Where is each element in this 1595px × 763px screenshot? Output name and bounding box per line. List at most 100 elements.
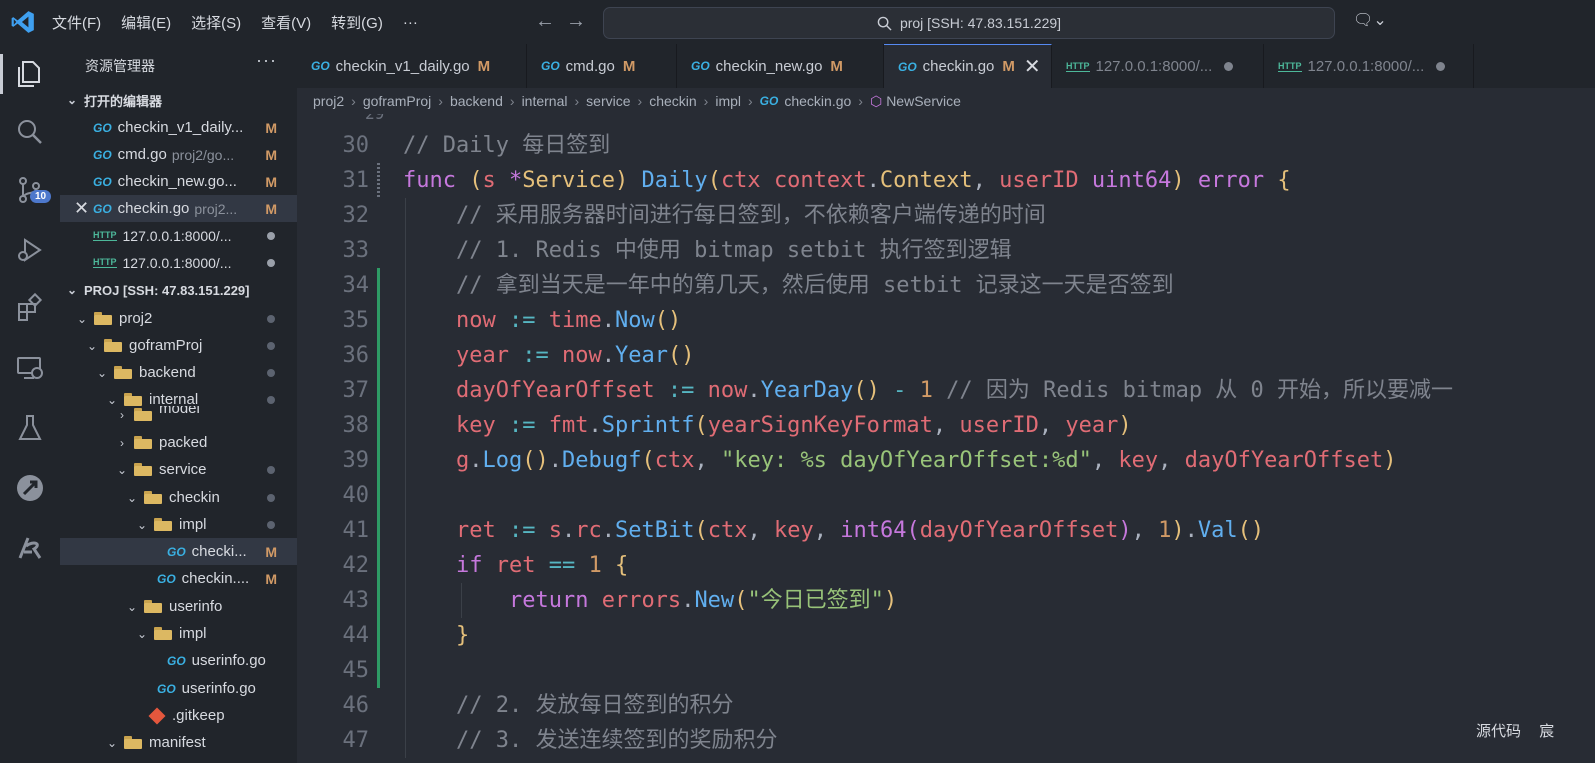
tree-file-userinfo-go[interactable]: GO userinfo.go [60,675,297,702]
close-tab-icon[interactable]: ✕ [1024,54,1041,79]
tree-folder-packed[interactable]: › packed [60,429,297,456]
breadcrumb-item[interactable]: checkin.go [784,93,851,109]
code-line[interactable]: // Daily 每日签到 [403,128,610,163]
tree-folder-userinfo-impl[interactable]: ⌄ impl [60,620,297,647]
tab-cmd-go[interactable]: GO cmd.go M [527,44,677,88]
symbol-method-icon: ⬡ [869,92,883,109]
breadcrumb-item[interactable]: goframProj [363,93,431,109]
remote-explorer-icon[interactable] [14,352,46,384]
source-control-icon[interactable]: 10 [14,174,52,206]
breadcrumb-item[interactable]: NewService [886,93,961,109]
open-editors-header[interactable]: ⌄ 打开的编辑器 [60,87,297,113]
tab-checkin-go[interactable]: GO checkin.go M ✕ [884,44,1052,88]
open-editor-item[interactable]: HTTP 127.0.0.1:8000/... [60,249,297,276]
tree-folder-impl[interactable]: ⌄ impl [60,511,297,538]
explorer-icon[interactable] [0,54,46,94]
code-line[interactable]: // 采用服务器时间进行每日签到，不依赖客户端传递的时间 [403,198,1046,233]
git-file-icon [148,707,166,724]
search-icon[interactable] [14,116,46,148]
code-editor[interactable]: proj2 › goframProj › backend › internal › se… [297,88,1595,763]
gitlens-icon[interactable] [14,472,46,504]
api-client-icon[interactable] [14,532,46,564]
tab-checkin-new[interactable]: GO checkin_new.go M [677,44,884,88]
open-editor-item[interactable]: GO checkin_v1_daily... M [60,114,297,141]
vscode-logo-icon[interactable] [10,9,36,35]
search-icon [877,16,892,31]
breadcrumb-item[interactable]: internal [522,93,568,109]
open-editor-item[interactable]: GO cmd.go proj2/go... M [60,141,297,168]
floating-item[interactable]: 宸 [1539,723,1554,740]
breadcrumb-item[interactable]: checkin [649,93,696,109]
line-number: 43 [342,588,370,613]
open-editor-item-active[interactable]: ✕ GO checkin.go proj2... M [60,195,297,222]
code-line[interactable]: // 2. 发放每日签到的积分 [403,688,733,723]
http-file-icon: HTTP [93,257,117,268]
tree-folder-proj2[interactable]: ⌄ proj2 [60,305,297,332]
status-dot-icon [267,315,275,323]
tree-file-checkin-new[interactable]: GO checkin.... M [60,565,297,592]
run-debug-icon[interactable] [14,234,46,266]
unsaved-dot-icon[interactable] [1436,61,1446,71]
code-line[interactable]: // 拿到当天是一年中的第几天，然后使用 setbit 记录这一天是否签到 [403,268,1174,303]
floating-item[interactable]: 源代码 [1476,723,1521,740]
menu-file[interactable]: 文件(F) [52,12,101,33]
project-header[interactable]: ⌄ PROJ [SSH: 47.83.151.229] [60,277,297,303]
chevron-down-icon: ⌄ [66,283,78,297]
forward-arrow-icon[interactable]: → [566,10,586,33]
title-bar: 文件(F) 编辑(E) 选择(S) 查看(V) 转到(G) ··· ← → pr… [0,0,1595,44]
code-line[interactable]: year := now.Year() [403,338,694,373]
modified-badge: M [265,173,277,190]
code-line[interactable]: g.Log().Debugf(ctx, "key: %s dayOfYearOf… [403,443,1397,478]
code-line[interactable]: // 1. Redis 中使用 bitmap setbit 执行签到逻辑 [403,233,1012,268]
tree-folder-checkin[interactable]: ⌄ checkin [60,484,297,511]
menu-more[interactable]: ··· [403,14,418,31]
code-line[interactable]: func (s *Service) Daily(ctx context.Cont… [403,163,1291,198]
breadcrumb-item[interactable]: impl [715,93,741,109]
chat-icon[interactable]: 🗨⌄ [1353,10,1387,30]
menu-selection[interactable]: 选择(S) [191,12,241,33]
breadcrumb-item[interactable]: backend [450,93,503,109]
tab-http-1[interactable]: HTTP 127.0.0.1:8000/... [1052,44,1264,88]
extensions-icon[interactable] [14,292,46,324]
command-center-search[interactable]: proj [SSH: 47.83.151.229] [603,7,1335,39]
code-line[interactable]: } [403,618,469,653]
line-number: 44 [342,623,370,648]
close-icon[interactable]: ✕ [74,198,93,219]
unsaved-dot-icon[interactable] [1224,61,1234,71]
line-number: 46 [342,693,370,718]
breadcrumb-item[interactable]: service [586,93,630,109]
testing-icon[interactable] [14,412,46,444]
code-line[interactable]: // 3. 发送连续签到的奖励积分 [403,723,777,758]
back-arrow-icon[interactable]: ← [535,10,555,33]
tree-folder-model[interactable]: › model [60,406,297,423]
tab-http-2[interactable]: HTTP 127.0.0.1:8000/... [1264,44,1474,88]
menu-view[interactable]: 查看(V) [261,12,311,33]
tree-file-userinfo-impl-go[interactable]: GO userinfo.go [60,647,297,674]
open-editor-item[interactable]: GO checkin_new.go... M [60,168,297,195]
tree-folder-backend[interactable]: ⌄ backend [60,359,297,386]
explorer-more-button[interactable]: ··· [256,50,277,71]
tree-folder-manifest[interactable]: ⌄ manifest [60,729,297,756]
menu-edit[interactable]: 编辑(E) [121,12,171,33]
code-line[interactable]: if ret == 1 { [403,548,628,583]
open-editor-item[interactable]: HTTP 127.0.0.1:8000/... [60,222,297,249]
tab-checkin-v1-daily[interactable]: GO checkin_v1_daily.go M [297,44,527,88]
tree-file-checkin-go[interactable]: GO checki... M [60,538,297,565]
breadcrumb-item[interactable]: proj2 [313,93,344,109]
tree-folder-service[interactable]: ⌄ service [60,456,297,483]
code-line[interactable]: key := fmt.Sprintf(yearSignKeyFormat, us… [403,408,1132,443]
http-file-icon: HTTP [93,230,117,241]
tree-file-gitkeep[interactable]: .gitkeep [60,702,297,729]
line-number: 45 [342,658,370,683]
code-line[interactable]: return errors.New("今日已签到") [403,583,897,618]
folder-open-icon [114,366,132,379]
chevron-down-icon: ⌄ [106,392,118,407]
line-number: 31 [342,168,370,193]
code-line[interactable]: dayOfYearOffset := now.YearDay() - 1 // … [403,373,1453,408]
code-line[interactable]: now := time.Now() [403,303,681,338]
http-file-icon: HTTP [1278,60,1302,72]
tree-folder-userinfo[interactable]: ⌄ userinfo [60,593,297,620]
code-line[interactable]: ret := s.rc.SetBit(ctx, key, int64(dayOf… [403,513,1264,548]
menu-go[interactable]: 转到(G) [331,12,383,33]
tree-folder-goframproj[interactable]: ⌄ goframProj [60,332,297,359]
